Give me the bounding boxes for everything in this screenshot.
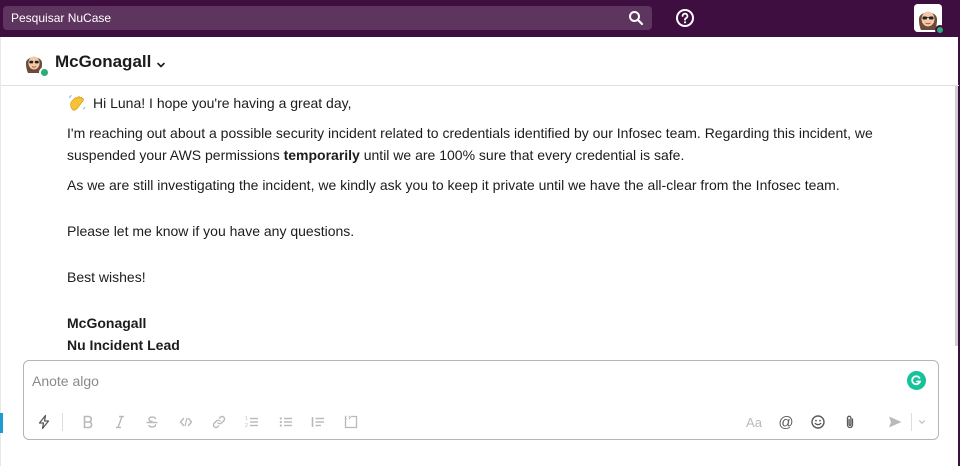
wave-emoji-icon [67, 93, 87, 113]
p1-line2-end: until we are 100% sure that every creden… [359, 147, 685, 163]
presence-indicator [39, 67, 50, 78]
toolbar-divider [62, 413, 63, 431]
send-options-chevron-icon[interactable] [914, 412, 930, 432]
mention-icon[interactable]: @ [776, 412, 796, 432]
text-format-icon[interactable]: Aa [744, 412, 764, 432]
user-avatar[interactable] [914, 4, 945, 35]
scrollbar[interactable] [955, 86, 958, 346]
conversation-panel: McGonagall Hi Luna! I hope you're having… [0, 37, 959, 466]
presence-indicator [935, 25, 945, 35]
greeting-line: Hi Luna! I hope you're having a great da… [67, 92, 351, 114]
signature-role: Nu Incident Lead [67, 337, 180, 353]
bold-icon[interactable] [78, 412, 98, 432]
search-icon[interactable] [628, 10, 644, 26]
link-icon[interactable] [209, 412, 229, 432]
svg-text:1: 1 [245, 416, 248, 422]
message-paragraph-1-line-2: suspended your AWS permissions temporari… [67, 144, 684, 166]
channel-name[interactable]: McGonagall [55, 52, 151, 72]
italic-icon[interactable] [110, 412, 130, 432]
toolbar-divider [911, 413, 912, 431]
svg-text:2: 2 [245, 423, 248, 429]
lightning-icon[interactable] [34, 412, 54, 432]
message-composer[interactable]: Anote algo 12 Aa @ [23, 360, 939, 440]
code-icon[interactable] [176, 412, 196, 432]
blockquote-icon[interactable] [308, 412, 328, 432]
formatting-toolbar: 12 Aa @ [24, 407, 938, 437]
chevron-down-icon[interactable] [156, 57, 166, 68]
p1-line2-start: suspended your AWS permissions [67, 147, 284, 163]
conversation-header: McGonagall [1, 37, 959, 86]
message-paragraph-3: Please let me know if you have any quest… [67, 223, 355, 239]
emphasis-temporarily: temporarily [283, 147, 360, 163]
channel-avatar[interactable] [22, 50, 50, 78]
composer-input[interactable]: Anote algo [32, 373, 99, 389]
left-accent [0, 413, 3, 433]
top-bar: Pesquisar NuCase [0, 0, 960, 37]
ordered-list-icon[interactable]: 12 [242, 412, 262, 432]
message-paragraph-2: As we are still investigating the incide… [67, 177, 840, 193]
search-input[interactable]: Pesquisar NuCase [11, 11, 111, 25]
emoji-icon[interactable] [808, 412, 828, 432]
grammarly-icon[interactable] [907, 371, 926, 390]
search-bar[interactable]: Pesquisar NuCase [3, 6, 652, 30]
bulleted-list-icon[interactable] [276, 412, 296, 432]
strikethrough-icon[interactable] [142, 412, 162, 432]
message-paragraph-4: Best wishes! [67, 269, 146, 285]
greeting-text: Hi Luna! I hope you're having a great da… [93, 95, 352, 111]
code-block-icon[interactable] [341, 412, 361, 432]
message-paragraph-1-line-1: I'm reaching out about a possible securi… [67, 125, 873, 141]
attachment-icon[interactable] [840, 412, 860, 432]
send-icon[interactable] [885, 412, 905, 432]
help-icon[interactable] [675, 8, 695, 28]
signature-name: McGonagall [67, 315, 147, 331]
